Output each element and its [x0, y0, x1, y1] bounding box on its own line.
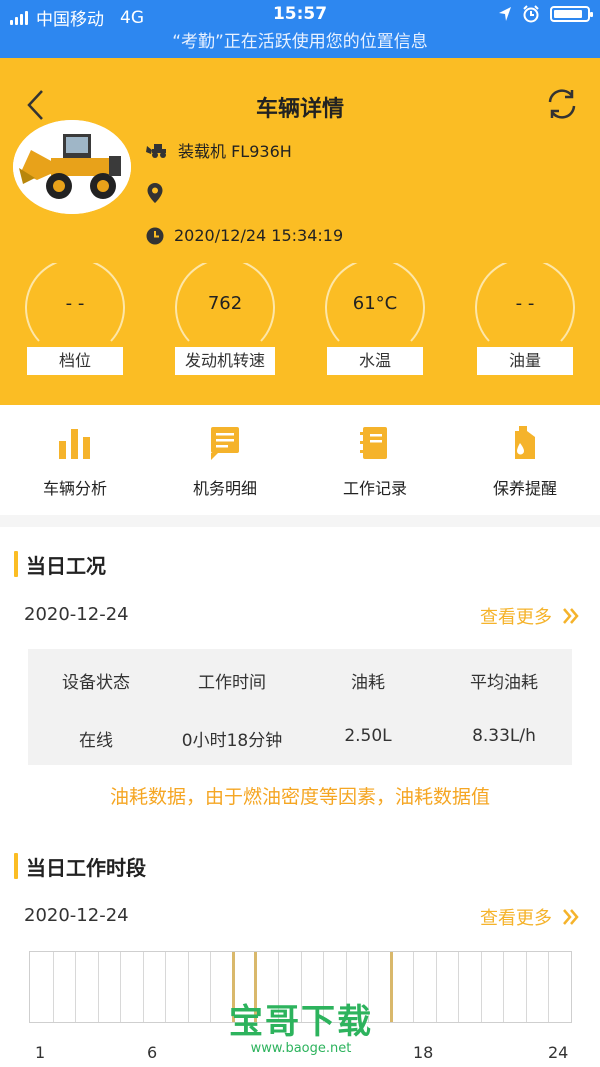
- more-label: 查看更多: [480, 908, 552, 929]
- axis-label: 24: [548, 1043, 569, 1062]
- menu-work-records[interactable]: 工作记录: [300, 423, 450, 499]
- gauge-value: - -: [65, 293, 85, 314]
- vehicle-header: 车辆详情 装载机 FL936H 2020/12/24 15:34:19 - - …: [0, 58, 600, 405]
- daily-status-table: 设备状态 工作时间 油耗 平均油耗 在线 0小时18分钟 2.50L 8.33L…: [28, 649, 572, 765]
- watermark-text: 宝哥下载: [229, 1002, 373, 1042]
- table-header-cell: 工作时间: [198, 673, 266, 693]
- menu-vehicle-analysis[interactable]: 车辆分析: [0, 423, 150, 499]
- timeline-hour-divider: [526, 952, 527, 1022]
- section-accent-bar: [14, 853, 18, 879]
- menu-label: 保养提醒: [492, 479, 557, 498]
- menu-label: 车辆分析: [42, 479, 107, 498]
- clock-icon: [146, 227, 164, 244]
- timeline-hour-divider: [481, 952, 482, 1022]
- gauge-value: 61°C: [352, 293, 398, 314]
- gauge-value: 762: [207, 293, 243, 314]
- daily-status-more-link[interactable]: 查看更多: [480, 603, 580, 629]
- location-usage-banner[interactable]: “考勤”正在活跃使用您的位置信息: [0, 30, 600, 58]
- section-divider: [0, 515, 600, 527]
- gauge-row: - - 档位 762 发动机转速 61°C 水温 - - 油量: [0, 263, 600, 383]
- fuel-data-notice: 油耗数据，由于燃油密度等因素，油耗数据值: [0, 782, 600, 810]
- timeline-hour-divider: [188, 952, 189, 1022]
- timeline-hour-divider: [75, 952, 76, 1022]
- axis-label: 1: [35, 1043, 46, 1062]
- work-periods-title: 当日工作时段: [14, 851, 146, 881]
- work-periods-more-link[interactable]: 查看更多: [480, 904, 580, 930]
- engine-rpm-gauge[interactable]: 762 发动机转速: [175, 263, 275, 383]
- menu-label: 机务明细: [192, 479, 257, 498]
- vehicle-photo: [13, 120, 131, 214]
- timeline-hour-divider: [458, 952, 459, 1022]
- table-cell: 0小时18分钟: [181, 731, 283, 751]
- menu-maintenance-reminder[interactable]: 保养提醒: [450, 423, 600, 499]
- vehicle-name: 装载机 FL936H: [178, 142, 292, 161]
- section-title-text: 当日工况: [26, 553, 106, 578]
- work-periods-date-row: 2020-12-24 查看更多: [0, 901, 600, 931]
- double-chevron-right-icon: [563, 909, 579, 925]
- gear-gauge[interactable]: - - 档位: [25, 263, 125, 383]
- daily-status-date-row: 2020-12-24 查看更多: [0, 600, 600, 630]
- fuel-can-icon: [515, 426, 535, 459]
- timeline-hour-divider: [98, 952, 99, 1022]
- daily-status-date: 2020-12-24: [24, 604, 129, 625]
- notebook-icon: [360, 427, 387, 459]
- loader-image: [13, 120, 131, 214]
- work-periods-date: 2020-12-24: [24, 905, 129, 926]
- alarm-icon: [523, 5, 539, 23]
- gauge-label: 油量: [477, 347, 573, 375]
- status-bar: 中国移动 4G 15:57: [0, 0, 600, 30]
- page-title: 车辆详情: [255, 97, 344, 122]
- table-header-cell: 平均油耗: [470, 673, 538, 693]
- timeline-work-mark: [390, 952, 393, 1022]
- vehicle-name-row: 装载机 FL936H: [146, 138, 292, 162]
- timeline-hour-divider: [120, 952, 121, 1022]
- menu-label: 工作记录: [342, 479, 407, 498]
- status-right: [498, 5, 593, 23]
- daily-status-title: 当日工况: [14, 549, 106, 579]
- menu-service-details[interactable]: 机务明细: [150, 423, 300, 499]
- timeline-hour-divider: [413, 952, 414, 1022]
- section-title-text: 当日工作时段: [26, 855, 146, 880]
- section-accent-bar: [14, 551, 18, 577]
- gauge-label: 档位: [27, 347, 123, 375]
- water-temp-gauge[interactable]: 61°C 水温: [325, 263, 425, 383]
- fuel-level-gauge[interactable]: - - 油量: [475, 263, 575, 383]
- vehicle-time-row: 2020/12/24 15:34:19: [146, 226, 343, 245]
- timeline-hour-divider: [436, 952, 437, 1022]
- axis-label: 6: [147, 1043, 158, 1062]
- table-cell: 2.50L: [344, 726, 392, 746]
- bar-chart-icon: [59, 429, 90, 459]
- vehicle-timestamp: 2020/12/24 15:34:19: [174, 226, 344, 245]
- watermark-logo: 宝哥下载 www.baoge.net: [226, 1003, 376, 1057]
- timeline-hour-divider: [53, 952, 54, 1022]
- timeline-hour-divider: [548, 952, 549, 1022]
- message-list-icon: [211, 427, 239, 460]
- more-label: 查看更多: [480, 607, 552, 628]
- location-arrow-icon: [499, 7, 511, 21]
- timeline-hour-divider: [143, 952, 144, 1022]
- table-cell: 在线: [79, 731, 113, 751]
- table-header-cell: 油耗: [351, 673, 385, 693]
- gauge-label: 发动机转速: [175, 347, 275, 375]
- table-header-cell: 设备状态: [62, 673, 130, 693]
- watermark-url: www.baoge.net: [250, 1041, 352, 1056]
- vehicle-location-row: [146, 182, 174, 204]
- function-menu: 车辆分析 机务明细 工作记录 保养提醒: [0, 405, 600, 515]
- battery-icon: [550, 6, 593, 22]
- gauge-label: 水温: [327, 347, 423, 375]
- location-pin-icon: [147, 183, 163, 203]
- gauge-value: - -: [515, 293, 535, 314]
- timeline-hour-divider: [503, 952, 504, 1022]
- refresh-icon[interactable]: [544, 86, 580, 122]
- timeline-hour-divider: [165, 952, 166, 1022]
- table-cell: 8.33L/h: [472, 726, 536, 746]
- axis-label: 18: [413, 1043, 434, 1062]
- timeline-hour-divider: [210, 952, 211, 1022]
- loader-icon: [146, 144, 166, 158]
- double-chevron-right-icon: [563, 608, 579, 624]
